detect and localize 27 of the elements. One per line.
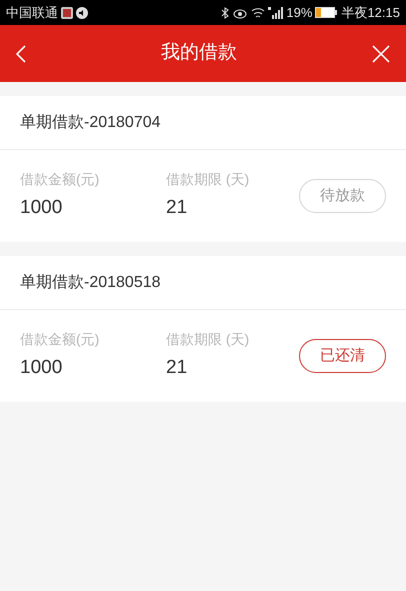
field-value: 1000 [20, 196, 64, 220]
loan-title: 单期借款-20180704 [20, 112, 161, 132]
field-value: 1000 [20, 356, 64, 380]
field-label: 借款金额(元) [20, 170, 100, 190]
battery-icon [315, 7, 338, 18]
wifi-icon [251, 6, 266, 18]
app-notification-icon [61, 6, 73, 18]
field-label: 借款期限 (天) [166, 330, 250, 350]
field-value: 21 [166, 196, 188, 220]
status-badge: 待放款 [299, 179, 386, 213]
field-label: 借款金额(元) [20, 330, 100, 350]
back-icon[interactable] [16, 44, 26, 62]
sound-icon [76, 6, 88, 18]
signal-icon [268, 6, 284, 18]
status-badge: 已还清 [299, 339, 386, 373]
loan-card[interactable]: 单期借款-20180518 借款金额(元) 1000 借款期限 (天) 21 已还清 [0, 256, 406, 402]
battery-percent: 19% [286, 4, 312, 22]
page-title: 我的借款 [161, 41, 237, 66]
carrier-name: 中国联通 [6, 4, 58, 22]
clock-time: 半夜12:15 [341, 4, 400, 22]
field-label: 借款期限 (天) [166, 170, 250, 190]
loan-title: 单期借款-20180518 [20, 272, 161, 292]
bluetooth-icon [221, 6, 230, 18]
loan-card[interactable]: 单期借款-20180704 借款金额(元) 1000 借款期限 (天) 21 待放款 [0, 96, 406, 242]
field-value: 21 [166, 356, 188, 380]
close-icon[interactable] [372, 44, 390, 62]
eye-icon [233, 6, 248, 18]
